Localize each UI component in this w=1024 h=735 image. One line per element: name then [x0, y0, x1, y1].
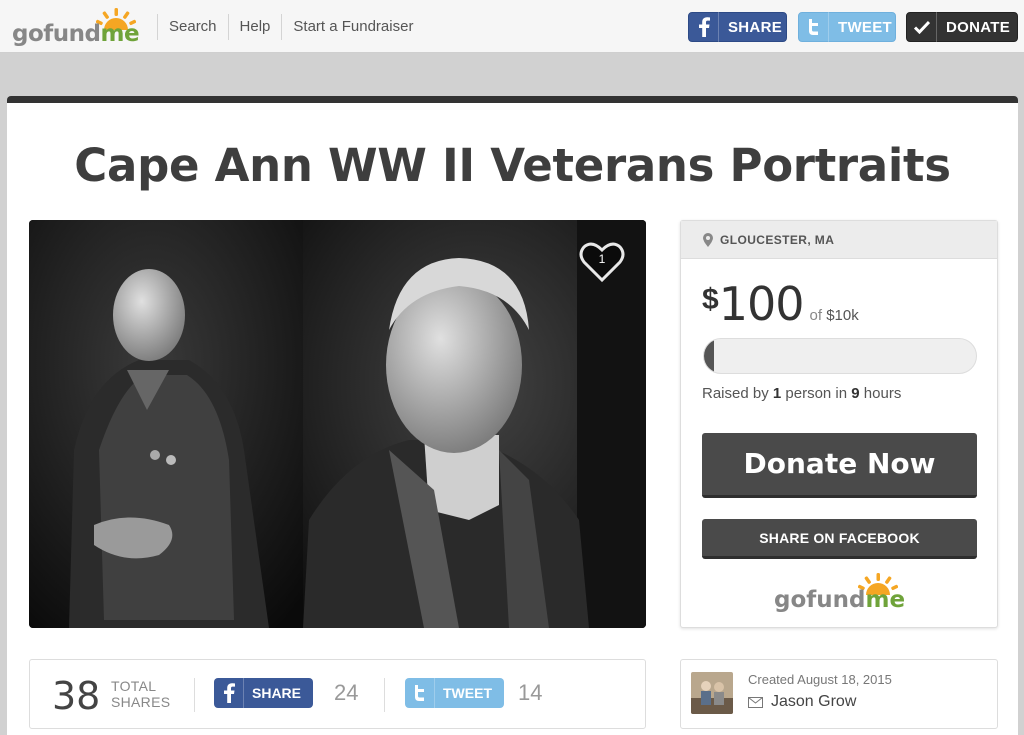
facebook-share-label: SHARE — [252, 685, 302, 701]
logo-text-gofund: gofund — [12, 21, 101, 47]
donation-panel: GLOUCESTER, MA $ 100 of $10k Raised by 1… — [680, 220, 998, 628]
twitter-tweet-button[interactable]: TWEET — [405, 678, 504, 708]
share-on-facebook-button[interactable]: SHARE ON FACEBOOK — [702, 519, 977, 559]
raised-amount: 100 — [718, 277, 805, 331]
organizer-contact-link[interactable]: Jason Grow — [748, 693, 856, 711]
gofundme-logo[interactable]: gofundme — [12, 8, 144, 48]
header-share-label: SHARE — [728, 18, 783, 36]
raised-by-mid: person in — [785, 385, 848, 402]
total-shares-count: 38 — [52, 674, 101, 718]
organizer-name: Jason Grow — [771, 693, 857, 710]
header-donate-label: DONATE — [946, 18, 1011, 36]
campaign-title: Cape Ann WW II Veterans Portraits — [74, 139, 951, 192]
logo-text-me: me — [100, 21, 140, 47]
location-text: GLOUCESTER, MA — [720, 232, 835, 247]
header-facebook-share-button[interactable]: SHARE — [688, 12, 787, 42]
top-navigation-bar: gofundme Search Help Start a Fundraiser … — [0, 0, 1024, 53]
header-donate-button[interactable]: DONATE — [906, 12, 1018, 42]
raised-by-suffix: hours — [863, 385, 902, 402]
progress-fill — [704, 339, 714, 373]
twitter-icon — [405, 678, 435, 708]
raised-by-prefix: Raised by — [702, 385, 769, 402]
header-twitter-tweet-button[interactable]: TWEET — [798, 12, 896, 42]
panel-logo-text-gofund: gofund — [774, 587, 866, 613]
location-pin-icon — [703, 232, 713, 247]
twitter-share-count: 14 — [518, 680, 543, 705]
facebook-share-button[interactable]: SHARE — [214, 678, 313, 708]
panel-gofundme-logo: gofundme — [774, 573, 906, 613]
total-label-line2: SHARES — [111, 694, 171, 710]
amount-raised: $ 100 of $10k — [702, 277, 859, 331]
created-date: Created August 18, 2015 — [748, 672, 892, 687]
donor-count: 1 — [772, 385, 782, 402]
organizer-panel: Created August 18, 2015 Jason Grow — [680, 659, 998, 729]
currency-symbol: $ — [702, 283, 719, 316]
like-count: 1 — [598, 252, 606, 266]
goal-text: of $10k — [810, 307, 859, 324]
envelope-icon — [748, 696, 763, 708]
twitter-tweet-label: TWEET — [443, 685, 492, 701]
nav-start-fundraiser[interactable]: Start a Fundraiser — [281, 14, 424, 40]
facebook-icon — [214, 678, 244, 708]
goal-prefix: of — [809, 307, 823, 324]
nav-help[interactable]: Help — [227, 14, 282, 40]
facebook-share-count: 24 — [334, 680, 359, 705]
divider — [384, 678, 385, 712]
logo-wordmark: gofundme — [12, 21, 140, 47]
like-heart-button[interactable]: 1 — [578, 240, 626, 284]
share-stats-bar: 38 TOTAL SHARES SHARE 24 TWEET 14 — [29, 659, 646, 729]
panel-logo-wordmark: gofundme — [774, 587, 905, 613]
facebook-icon — [689, 12, 719, 42]
campaign-photo[interactable]: 1 — [29, 220, 646, 628]
total-label-line1: TOTAL — [111, 678, 157, 694]
main-nav: Search Help Start a Fundraiser — [157, 14, 424, 40]
header-tweet-label: TWEET — [838, 18, 892, 36]
divider — [194, 678, 195, 712]
campaign-card: Cape Ann WW II Veterans Portraits 1 GLOU… — [7, 96, 1018, 735]
campaign-location[interactable]: GLOUCESTER, MA — [681, 221, 997, 259]
organizer-avatar[interactable] — [691, 672, 733, 714]
total-shares-label: TOTAL SHARES — [111, 678, 170, 710]
raised-by-text: Raised by 1 person in 9 hours — [702, 385, 901, 402]
panel-logo-text-me: me — [865, 587, 906, 613]
veterans-portraits-image — [29, 220, 646, 628]
donate-now-button[interactable]: Donate Now — [702, 433, 977, 498]
elapsed-time: 9 — [851, 385, 860, 402]
nav-search[interactable]: Search — [157, 14, 228, 40]
checkmark-icon — [907, 12, 937, 42]
goal-amount: $10k — [826, 307, 859, 324]
twitter-icon — [799, 12, 829, 42]
progress-bar — [703, 338, 977, 374]
